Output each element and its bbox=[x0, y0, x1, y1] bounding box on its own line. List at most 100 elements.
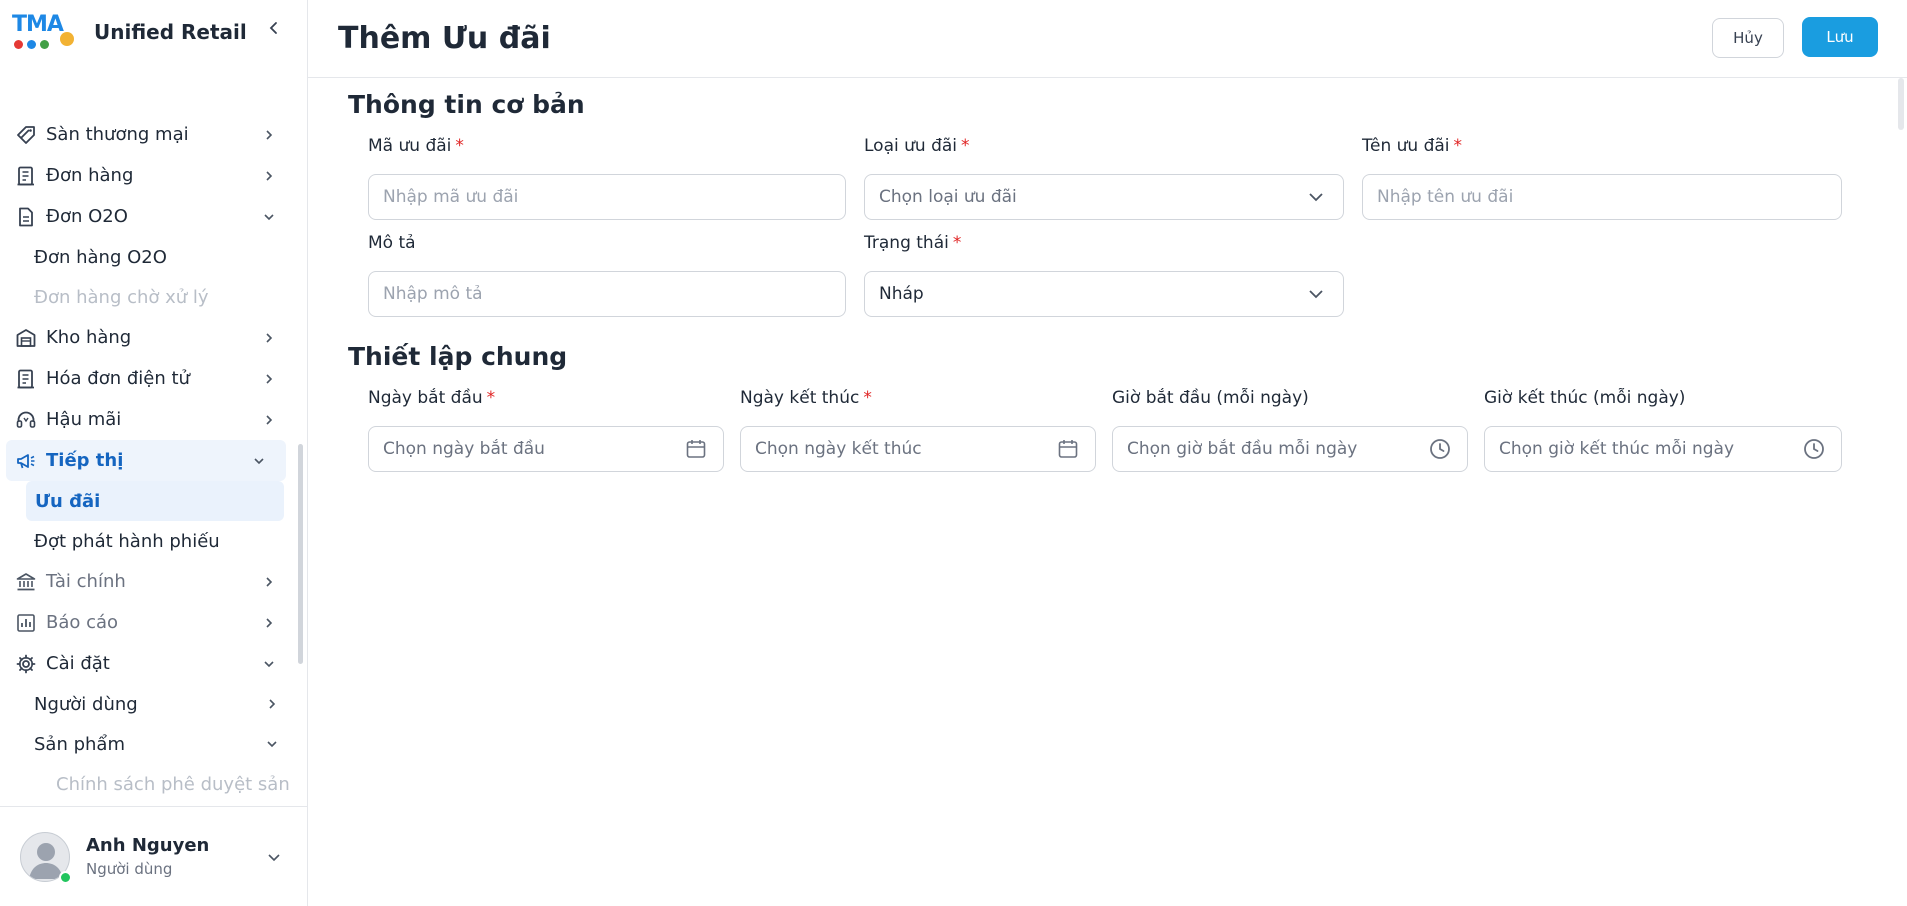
sidebar-item-e-invoice[interactable]: Hóa đơn điện tử bbox=[0, 358, 296, 399]
chevron-right-icon bbox=[260, 167, 278, 185]
main-scrollbar[interactable] bbox=[1896, 78, 1906, 906]
required-asterisk: * bbox=[863, 388, 872, 408]
end-time-field: Giờ kết thúc (mỗi ngày) Chọn giờ kết thú… bbox=[1484, 388, 1842, 472]
main-content: Thêm Ưu đãi Hủy Lưu Thông tin cơ bản Mã … bbox=[308, 0, 1907, 906]
chevron-right-icon bbox=[260, 329, 278, 347]
sidebar-item-reports[interactable]: Báo cáo bbox=[0, 602, 296, 643]
field-label: Trạng thái * bbox=[864, 233, 962, 253]
promo-code-field: Mã ưu đãi * bbox=[368, 136, 846, 220]
chevron-down-icon bbox=[268, 854, 280, 862]
chart-icon bbox=[14, 611, 38, 635]
sidebar-item-label: Sàn thương mại bbox=[46, 124, 189, 145]
sidebar: TMA Unified Retail Sàn thương mại Đơn hà… bbox=[0, 0, 308, 906]
end-time-picker[interactable]: Chọn giờ kết thúc mỗi ngày bbox=[1484, 426, 1842, 472]
chevron-down-icon bbox=[260, 208, 278, 226]
collapse-sidebar-button[interactable] bbox=[262, 16, 286, 40]
sidebar-subitem-users[interactable]: Người dùng bbox=[0, 684, 296, 724]
sidebar-scroll-thumb[interactable] bbox=[298, 444, 303, 664]
user-name: Anh Nguyen bbox=[86, 835, 210, 856]
end-date-picker[interactable]: Chọn ngày kết thúc bbox=[740, 426, 1096, 472]
logo-globe-icon bbox=[60, 32, 74, 46]
date-placeholder: Chọn ngày kết thúc bbox=[755, 439, 922, 459]
user-panel[interactable]: Anh Nguyen Người dùng bbox=[0, 806, 307, 906]
sidebar-item-label: Đơn hàng chờ xử lý bbox=[34, 286, 209, 308]
chevron-down-icon bbox=[1303, 281, 1329, 307]
chevron-left-icon bbox=[269, 22, 277, 34]
sidebar-item-finance[interactable]: Tài chính bbox=[0, 561, 296, 602]
headset-icon bbox=[14, 408, 38, 432]
cancel-button[interactable]: Hủy bbox=[1712, 18, 1784, 58]
start-time-picker[interactable]: Chọn giờ bắt đầu mỗi ngày bbox=[1112, 426, 1468, 472]
sidebar-subitem-products[interactable]: Sản phẩm bbox=[0, 724, 296, 764]
megaphone-icon bbox=[14, 449, 38, 473]
calendar-icon bbox=[683, 436, 709, 462]
sidebar-item-warehouse[interactable]: Kho hàng bbox=[0, 317, 296, 358]
field-label: Mã ưu đãi * bbox=[368, 136, 464, 156]
sidebar-item-label: Người dùng bbox=[34, 693, 138, 715]
chevron-down-icon bbox=[266, 734, 278, 755]
status-select[interactable]: Nháp bbox=[864, 271, 1344, 317]
required-asterisk: * bbox=[961, 136, 970, 156]
sidebar-subitem-promotions[interactable]: Ưu đãi bbox=[26, 481, 284, 521]
promo-code-input[interactable] bbox=[383, 187, 831, 207]
required-asterisk: * bbox=[486, 388, 496, 408]
sidebar-subitem-product-approval-policy[interactable]: Chính sách phê duyệt sản bbox=[0, 764, 296, 804]
invoice-icon bbox=[14, 367, 38, 391]
field-label: Ngày bắt đầu * bbox=[368, 388, 496, 408]
save-button[interactable]: Lưu bbox=[1802, 17, 1878, 57]
main-scroll-thumb[interactable] bbox=[1898, 78, 1904, 130]
promo-name-input-wrapper bbox=[1362, 174, 1842, 220]
field-label: Loại ưu đãi * bbox=[864, 136, 970, 156]
sidebar-subitem-o2o-orders[interactable]: Đơn hàng O2O bbox=[0, 237, 296, 277]
required-asterisk: * bbox=[455, 136, 464, 156]
sidebar-item-label: Đơn hàng O2O bbox=[34, 246, 167, 268]
online-status-dot bbox=[59, 870, 72, 884]
date-placeholder: Chọn ngày bắt đầu bbox=[383, 439, 545, 459]
page-header: Thêm Ưu đãi Hủy Lưu bbox=[308, 0, 1907, 78]
logo-text: TMA bbox=[12, 12, 64, 37]
time-placeholder: Chọn giờ bắt đầu mỗi ngày bbox=[1127, 439, 1358, 459]
field-label: Ngày kết thúc * bbox=[740, 388, 872, 408]
sidebar-item-label: Kho hàng bbox=[46, 327, 132, 348]
end-date-field: Ngày kết thúc * Chọn ngày kết thúc bbox=[740, 388, 1096, 472]
avatar[interactable] bbox=[20, 831, 72, 884]
sidebar-item-o2o-orders[interactable]: Đơn O2O bbox=[0, 196, 296, 237]
clock-icon bbox=[1801, 436, 1827, 462]
promo-name-input[interactable] bbox=[1377, 187, 1827, 207]
sidebar-item-label: Tài chính bbox=[46, 571, 126, 592]
sidebar-item-label: Hậu mãi bbox=[46, 409, 122, 430]
sidebar-item-label: Cài đặt bbox=[46, 653, 110, 674]
logo-dots bbox=[14, 40, 49, 49]
warehouse-icon bbox=[14, 326, 38, 350]
sidebar-item-marketing[interactable]: Tiếp thị bbox=[6, 440, 286, 481]
tag-icon bbox=[14, 123, 38, 147]
section-title-basic-info: Thông tin cơ bản bbox=[348, 90, 585, 119]
sidebar-subitem-voucher-campaigns[interactable]: Đợt phát hành phiếu bbox=[0, 521, 296, 561]
promo-type-select[interactable]: Chọn loại ưu đãi bbox=[864, 174, 1344, 220]
sidebar-item-settings[interactable]: Cài đặt bbox=[0, 643, 296, 684]
chevron-right-icon bbox=[260, 370, 278, 388]
sidebar-item-label: Đơn hàng bbox=[46, 165, 134, 186]
required-asterisk: * bbox=[1453, 136, 1463, 156]
chevron-down-icon bbox=[1303, 184, 1329, 210]
promo-code-input-wrapper bbox=[368, 174, 846, 220]
sidebar-item-marketplace[interactable]: Sàn thương mại bbox=[0, 114, 296, 155]
page-title: Thêm Ưu đãi bbox=[338, 21, 551, 56]
field-label: Mô tả bbox=[368, 233, 416, 253]
sidebar-item-label: Đơn O2O bbox=[46, 206, 128, 227]
chevron-down-icon bbox=[250, 452, 268, 470]
chevron-right-icon bbox=[266, 694, 278, 715]
section-title-general-settings: Thiết lập chung bbox=[348, 342, 568, 371]
sidebar-item-orders[interactable]: Đơn hàng bbox=[0, 155, 296, 196]
select-value: Nháp bbox=[879, 284, 924, 304]
start-time-field: Giờ bắt đầu (mỗi ngày) Chọn giờ bắt đầu … bbox=[1112, 388, 1468, 472]
chevron-right-icon bbox=[260, 614, 278, 632]
sidebar-item-after-sales[interactable]: Hậu mãi bbox=[0, 399, 296, 440]
start-date-picker[interactable]: Chọn ngày bắt đầu bbox=[368, 426, 724, 472]
user-menu-toggle[interactable] bbox=[262, 845, 286, 869]
brand: TMA Unified Retail bbox=[0, 0, 307, 64]
sidebar-scrollbar[interactable] bbox=[296, 114, 304, 804]
description-input[interactable] bbox=[383, 284, 831, 304]
receipt-icon bbox=[14, 164, 38, 188]
sidebar-menu: Sàn thương mại Đơn hàng Đơn O2O Đơn hàng… bbox=[0, 114, 296, 804]
